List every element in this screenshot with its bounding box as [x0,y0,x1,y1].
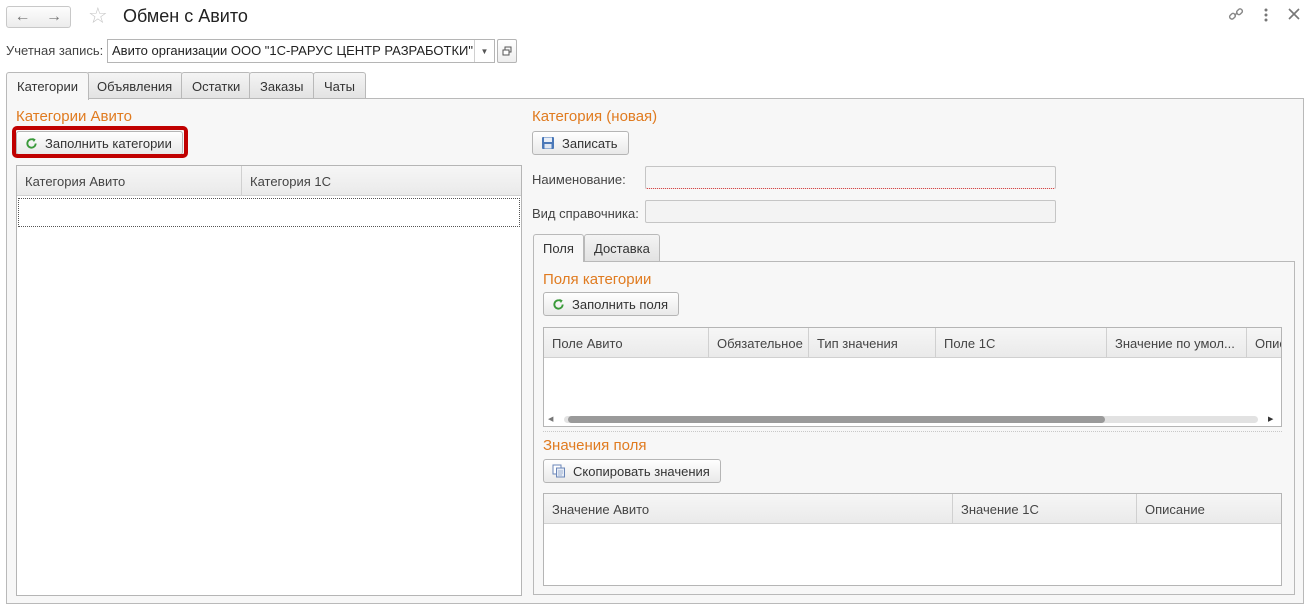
table-header: Категория Авито Категория 1С [17,166,521,196]
column-default-value[interactable]: Значение по умол... [1107,328,1247,358]
save-disk-icon [541,136,555,150]
chevron-down-icon: ▼ [480,46,489,56]
avito-categories-table[interactable]: Категория Авито Категория 1С [16,165,522,596]
more-menu-icon[interactable] [1263,7,1269,28]
field-values-table[interactable]: Значение Авито Значение 1С Описание [543,493,1282,586]
column-1c-category[interactable]: Категория 1С [242,166,521,196]
scroll-right-icon[interactable]: ▶ [1268,415,1273,423]
tab-stock[interactable]: Остатки [181,72,252,99]
scrollbar-thumb[interactable] [568,416,1105,423]
open-window-icon [502,46,512,56]
fill-fields-button[interactable]: Заполнить поля [543,292,680,316]
column-avito-field[interactable]: Поле Авито [544,328,709,358]
copy-values-label: Скопировать значения [573,463,710,479]
column-description[interactable]: Опис [1247,328,1281,358]
tab-listings[interactable]: Объявления [86,72,184,99]
horizontal-scrollbar[interactable]: ◀ ▶ [544,412,1281,426]
account-label: Учетная запись: [6,43,104,58]
account-dropdown-button[interactable]: ▼ [474,40,494,62]
column-avito-category[interactable]: Категория Авито [17,166,242,196]
name-label: Наименование: [532,172,626,187]
fill-fields-label: Заполнить поля [572,296,669,312]
favorite-star-icon[interactable]: ☆ [88,4,108,28]
column-value-description[interactable]: Описание [1137,494,1281,524]
tab-fields[interactable]: Поля [533,234,584,262]
divider [543,431,1282,432]
copy-values-button[interactable]: Скопировать значения [543,459,721,483]
tab-categories[interactable]: Категории [6,72,89,100]
link-icon[interactable] [1228,6,1244,27]
account-field[interactable]: Авито организации ООО "1С-РАРУС ЦЕНТР РА… [107,39,495,63]
save-label: Записать [562,135,618,151]
catalog-kind-field[interactable] [645,200,1056,223]
tab-chats[interactable]: Чаты [313,72,366,99]
column-value-type[interactable]: Тип значения [809,328,936,358]
column-1c-field[interactable]: Поле 1С [936,328,1107,358]
refresh-icon [552,298,565,311]
column-avito-value[interactable]: Значение Авито [544,494,953,524]
table-row[interactable] [18,198,520,227]
forward-arrow-icon: → [46,8,62,25]
page-title: Обмен с Авито [123,6,248,26]
column-required[interactable]: Обязательное [709,328,809,358]
table-header: Значение Авито Значение 1С Описание [544,494,1281,524]
close-icon[interactable] [1288,7,1300,25]
tab-delivery[interactable]: Доставка [584,234,660,261]
back-arrow-icon: ← [14,8,31,25]
highlight-frame [12,126,188,158]
field-values-title: Значения поля [543,437,647,454]
back-button[interactable]: ← [6,6,39,28]
forward-button[interactable]: → [38,6,71,28]
name-field[interactable] [645,166,1056,189]
table-header: Поле Авито Обязательное Тип значения Пол… [544,328,1281,358]
save-button[interactable]: Записать [532,131,629,155]
avito-categories-title: Категории Авито [16,108,132,125]
column-1c-value[interactable]: Значение 1С [953,494,1137,524]
category-new-title: Категория (новая) [532,108,658,125]
account-open-button[interactable] [497,39,517,63]
kind-label: Вид справочника: [532,206,639,221]
category-fields-title: Поля категории [543,271,652,288]
scroll-left-icon[interactable]: ◀ [548,415,553,423]
tab-orders[interactable]: Заказы [249,72,315,99]
copy-icon [552,464,566,478]
category-fields-table[interactable]: Поле Авито Обязательное Тип значения Пол… [543,327,1282,427]
